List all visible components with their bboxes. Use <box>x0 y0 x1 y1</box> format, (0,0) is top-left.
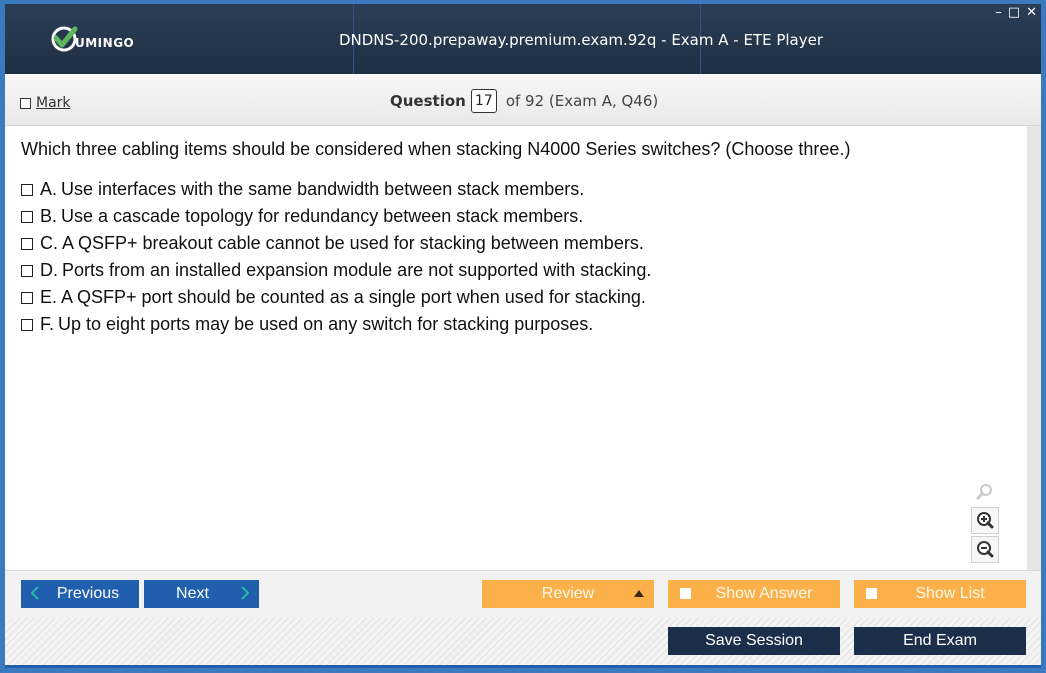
show-answer-button[interactable]: Show Answer <box>668 580 840 608</box>
review-label: Review <box>541 585 595 602</box>
question-info-bar: Mark Question 17 of 92 (Exam A, Q46) <box>5 74 1041 126</box>
question-text: Which three cabling items should be cons… <box>21 139 851 159</box>
zoom-controls <box>971 478 1001 565</box>
option-checkbox[interactable] <box>21 264 33 277</box>
answer-option-f[interactable]: F. Up to eight ports may be used on any s… <box>21 311 651 338</box>
search-icon[interactable] <box>971 478 999 505</box>
option-letter: B. <box>40 206 58 226</box>
bottom-accent-line <box>5 665 1041 668</box>
chevron-right-icon <box>241 586 250 600</box>
end-exam-label: End Exam <box>903 632 977 649</box>
review-button[interactable]: Review <box>482 580 654 608</box>
option-letter: C. <box>40 233 58 253</box>
option-checkbox[interactable] <box>21 210 33 223</box>
option-letter: E. <box>40 287 58 307</box>
save-session-label: Save Session <box>705 632 803 649</box>
option-checkbox[interactable] <box>21 183 33 196</box>
option-checkbox[interactable] <box>21 291 33 304</box>
answer-option-d[interactable]: D. Ports from an installed expansion modu… <box>21 257 651 284</box>
mark-checkbox-box[interactable] <box>20 97 31 109</box>
option-text: Ports from an installed expansion module… <box>62 260 652 280</box>
app-window: UMINGO DNDNS-200.prepaway.premium.exam.9… <box>5 4 1041 668</box>
option-text: Up to eight ports may be used on any swi… <box>58 314 594 334</box>
option-text: Use interfaces with the same bandwidth b… <box>61 179 585 199</box>
zoom-in-icon[interactable] <box>971 507 999 534</box>
caret-up-icon <box>634 590 644 597</box>
show-answer-checkbox[interactable] <box>680 588 691 599</box>
previous-label: Previous <box>56 585 120 602</box>
footer-bar: Save Session End Exam <box>5 618 1041 668</box>
window-controls: – □ ✕ <box>995 6 1037 20</box>
navigation-bar: Previous Next Review Show Answer Show Li… <box>5 570 1041 618</box>
show-list-label: Show List <box>915 585 985 602</box>
answer-option-c[interactable]: C. A QSFP+ breakout cable cannot be used … <box>21 230 651 257</box>
title-bar: UMINGO DNDNS-200.prepaway.premium.exam.9… <box>5 4 1041 74</box>
answer-option-e[interactable]: E. A QSFP+ port should be counted as a si… <box>21 284 651 311</box>
previous-button[interactable]: Previous <box>21 580 139 608</box>
option-checkbox[interactable] <box>21 318 33 331</box>
answer-option-b[interactable]: B. Use a cascade topology for redundancy … <box>21 203 651 230</box>
option-letter: A. <box>40 179 58 199</box>
answer-option-a[interactable]: A. Use interfaces with the same bandwidth… <box>21 176 651 203</box>
option-text: A QSFP+ breakout cable cannot be used fo… <box>62 233 644 253</box>
option-text: A QSFP+ port should be counted as a sing… <box>61 287 646 307</box>
mark-label: Mark <box>36 95 71 111</box>
answer-options: A. Use interfaces with the same bandwidth… <box>21 176 651 338</box>
end-exam-button[interactable]: End Exam <box>854 627 1026 655</box>
show-list-checkbox[interactable] <box>866 588 877 599</box>
question-counter: Question 17 of 92 (Exam A, Q46) <box>390 89 658 113</box>
vertical-scrollbar[interactable] <box>1027 126 1041 570</box>
question-number-input[interactable]: 17 <box>470 89 497 113</box>
option-text: Use a cascade topology for redundancy be… <box>61 206 584 226</box>
question-label: Question <box>390 92 466 110</box>
chevron-left-icon <box>30 586 39 600</box>
save-session-button[interactable]: Save Session <box>668 627 840 655</box>
option-letter: F. <box>40 314 55 334</box>
minimize-icon[interactable]: – <box>995 6 1002 20</box>
mark-checkbox[interactable]: Mark <box>20 95 71 111</box>
option-checkbox[interactable] <box>21 237 33 250</box>
next-button[interactable]: Next <box>144 580 259 608</box>
next-label: Next <box>176 585 209 602</box>
close-icon[interactable]: ✕ <box>1026 6 1037 20</box>
zoom-out-icon[interactable] <box>971 536 999 563</box>
window-title: DNDNS-200.prepaway.premium.exam.92q - Ex… <box>338 31 824 49</box>
question-of-text: of 92 (Exam A, Q46) <box>505 92 659 110</box>
show-list-button[interactable]: Show List <box>854 580 1026 608</box>
maximize-icon[interactable]: □ <box>1008 6 1020 20</box>
question-content: Which three cabling items should be cons… <box>5 126 1027 570</box>
show-answer-label: Show Answer <box>715 585 813 602</box>
option-letter: D. <box>40 260 58 280</box>
